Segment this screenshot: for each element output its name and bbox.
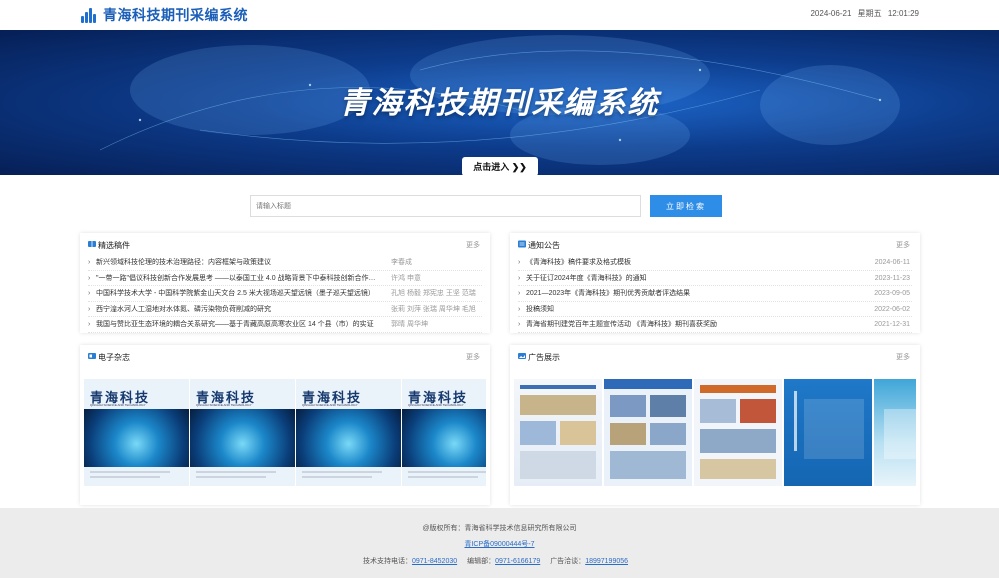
current-time: 12:01:29 [887,9,919,18]
magazine-cover[interactable]: 青海科技 QINGHAI SCIENCE AND TECHNOLOGY [402,379,486,486]
featured-title: 精选稿件 [98,241,130,250]
magazine-icon [88,353,96,359]
ads-more-link[interactable]: 更多 [896,352,910,362]
magazine-title: 电子杂志 [98,353,130,362]
featured-more-link[interactable]: 更多 [466,240,480,250]
site-logo[interactable]: 青海科技期刊采编系统 [80,4,248,26]
notice-icon [518,240,526,248]
notices-list: › 《青海科技》稿件要求及格式模板 2024-06-11 › 关于征订2024年度《青… [518,255,912,333]
list-item[interactable]: › 新兴领域科技伦理的技术治理路径：内容框架与政策建议 李春成 [88,255,482,271]
list-item[interactable]: › "一带一路"倡议科技创新合作发展思考 ——以泰国工业 4.0 战略背景下中泰科… [88,271,482,286]
list-item[interactable]: › 关于征订2024年度《青海科技》的通知 2023-11-23 [518,271,912,286]
notices-title: 通知公告 [528,241,560,250]
list-item[interactable]: › 投稿须知 2022-06-02 [518,302,912,317]
featured-panel: 精选稿件 更多 › 新兴领域科技伦理的技术治理路径：内容框架与政策建议 李春成 › "… [80,233,490,333]
list-item[interactable]: › 青海省期刊建党百年主题宣传活动 《青海科技》期刊喜获奖励 2021-12-31 [518,317,912,333]
ad-image[interactable] [874,379,916,486]
ads-panel: 广告展示 更多 [510,345,920,505]
ads-header: 广告展示 更多 [518,351,910,365]
magazine-cover[interactable]: 青海科技 QINGHAI SCIENCE AND TECHNOLOGY [296,379,401,486]
book-icon [88,241,96,247]
featured-list: › 新兴领域科技伦理的技术治理路径：内容框架与政策建议 李春成 › "一带一路"倡议科… [88,255,482,333]
notices-header: 通知公告 更多 [518,239,910,253]
featured-header: 精选稿件 更多 [88,239,480,253]
ad-image[interactable] [694,379,782,486]
date-time: 2024-06-21 星期五 12:01:29 [810,8,919,19]
support-phone-link[interactable]: 0971-8452030 [412,558,457,565]
list-item[interactable]: › 2021—2023年《青海科技》期刊优秀贡献者评选结果 2023-09-05 [518,286,912,302]
banner-title: 青海科技期刊采编系统 [339,86,660,121]
notices-panel: 通知公告 更多 › 《青海科技》稿件要求及格式模板 2024-06-11 › 关于征订… [510,233,920,333]
footer-contacts: 技术支持电话：0971-8452030 编辑部：0971-6166179 广告洽… [0,556,999,566]
list-item[interactable]: › 《青海科技》稿件要求及格式模板 2024-06-11 [518,255,912,271]
logo-text: 青海科技期刊采编系统 [103,8,248,24]
ads-title: 广告展示 [528,353,560,362]
editorial-phone-link[interactable]: 0971-6166179 [495,558,540,565]
ad-image[interactable] [784,379,872,486]
footer-icp-link[interactable]: 青ICP备09000444号-7 [0,539,999,549]
footer-copyright: @版权所有：青海省科学技术信息研究所有限公司 [422,525,577,532]
list-item[interactable]: › 西宁湟水河人工湿地对水体氮、磷污染物负荷削减的研究 张莉 刘萍 张瑞 周华坤 毛… [88,302,482,317]
ad-gallery [514,379,916,487]
ad-image[interactable] [604,379,692,486]
magazine-cover[interactable]: 青海科技 QINGHAI SCIENCE AND TECHNOLOGY [190,379,295,486]
search-input[interactable] [250,195,641,217]
magazine-covers: 青海科技 QINGHAI SCIENCE AND TECHNOLOGY 青海科技… [84,379,486,487]
magazine-more-link[interactable]: 更多 [466,352,480,362]
top-bar: 青海科技期刊采编系统 2024-06-21 星期五 12:01:29 [0,0,999,30]
ad-contact-label: 广告洽谈： [550,558,586,565]
support-label: 技术支持电话： [362,558,412,565]
list-item[interactable]: › 中国科学技术大学 - 中国科学院紫金山天文台 2.5 米大视场巡天望远镜（墨子… [88,286,482,302]
magazine-header: 电子杂志 更多 [88,351,480,365]
current-weekday: 星期五 [857,9,882,18]
editorial-label: 编辑部： [467,558,496,565]
ad-phone-link[interactable]: 18997199056 [585,558,628,565]
current-date: 2024-06-21 [810,9,852,18]
magazine-cover[interactable]: 青海科技 QINGHAI SCIENCE AND TECHNOLOGY [84,379,189,486]
ad-image[interactable] [514,379,602,486]
list-item[interactable]: › 我国与赞比亚生态环境的耦合关系研究——基于青藏高原高寒农业区 14 个县（市）… [88,317,482,333]
image-icon [518,353,526,359]
enter-button[interactable]: 点击进入 ❯❯ [462,157,538,175]
magazine-panel: 电子杂志 更多 青海科技 QINGHAI SCIENCE AND TECHNOL… [80,345,490,505]
notices-more-link[interactable]: 更多 [896,240,910,250]
site-footer: @版权所有：青海省科学技术信息研究所有限公司 青ICP备09000444号-7 … [0,508,999,578]
logo-bars-icon [80,5,100,25]
search-button[interactable]: 立即检索 [650,195,722,217]
hero-banner: 青海科技期刊采编系统 点击进入 ❯❯ [0,30,999,175]
